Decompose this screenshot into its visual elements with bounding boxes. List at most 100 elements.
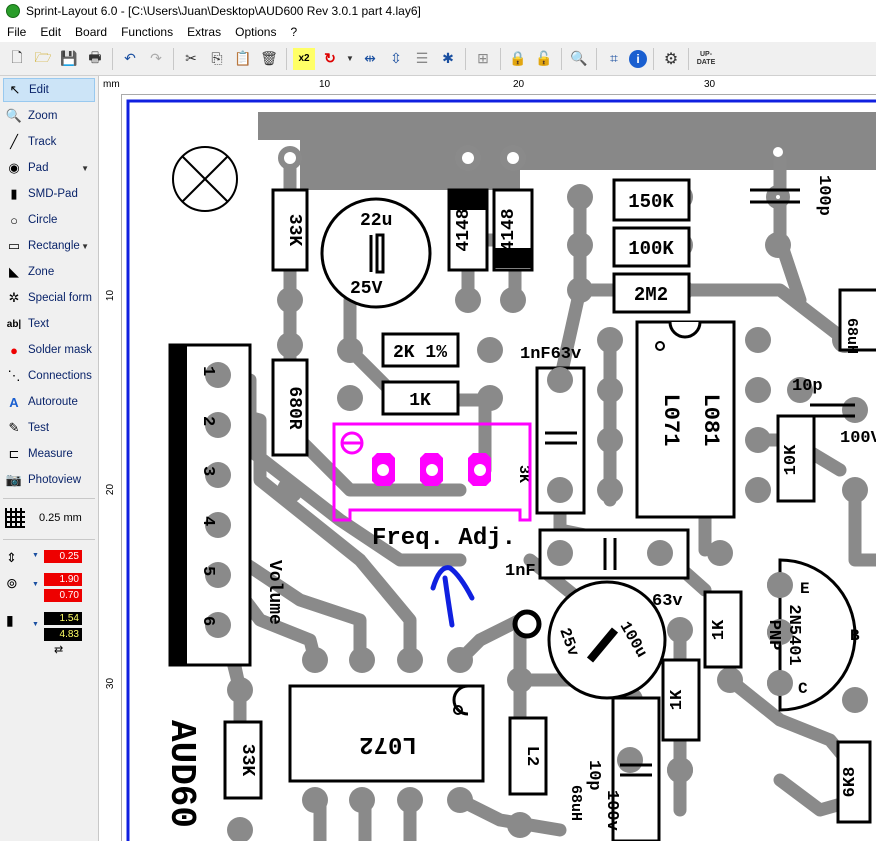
dropdown-arrow-icon[interactable]: ▼ [81, 242, 89, 251]
snap-icon[interactable]: ✱ [437, 48, 459, 70]
pad [547, 477, 573, 503]
toolbar-separator [596, 47, 597, 70]
tool-track[interactable]: ╱ Track [3, 130, 95, 154]
title-bar: Sprint-Layout 6.0 - [C:\Users\Juan\Deskt… [0, 0, 876, 22]
tool-pad[interactable]: ◉ Pad ▼ [3, 156, 95, 180]
pad [447, 787, 473, 813]
ic-label: L072 [359, 730, 417, 757]
pad [767, 670, 793, 696]
board-name-label: AUD60 [161, 720, 202, 828]
toolbar-separator [500, 47, 501, 70]
grid-setting[interactable]: 0.25 mm [5, 508, 82, 528]
tool-measure[interactable]: ⊏ Measure [3, 442, 95, 466]
tool-text[interactable]: ab| Text [3, 312, 95, 336]
diode-label: 4148 [499, 208, 519, 251]
dropdown-arrow-icon[interactable]: ▼ [345, 48, 355, 70]
smd-width-value[interactable]: 1.54 [44, 612, 82, 625]
tool-photoview[interactable]: 📷 Photoview [3, 468, 95, 492]
crop-icon[interactable]: ⌗ [603, 48, 625, 70]
app-icon [6, 4, 20, 18]
info-icon[interactable]: i [629, 49, 647, 68]
menu-functions[interactable]: Functions [114, 22, 180, 42]
dropdown-arrow-icon[interactable]: ▼ [81, 164, 89, 173]
text-icon: ab| [6, 318, 22, 330]
magnifier-icon: 🔍 [5, 108, 23, 123]
tool-rectangle[interactable]: ▭ Rectangle ▼ [3, 234, 95, 258]
resistor-label: 100K [628, 238, 674, 260]
menu-help[interactable]: ? [283, 22, 304, 42]
pcb-layout[interactable]: 33K 22u 25V 4148 4148 2K 1% 1K 680R 150K… [122, 95, 876, 841]
photoview-icon: 📷 [5, 472, 23, 487]
group-icon[interactable]: ⊞ [472, 48, 494, 70]
pad [667, 617, 693, 643]
smd-height-value[interactable]: 4.83 [44, 628, 82, 641]
swap-icon[interactable]: ⇄ [54, 643, 63, 656]
rotate-icon[interactable]: ↻ [319, 48, 341, 70]
update-icon[interactable]: UP-DATE [695, 48, 717, 70]
pad [277, 477, 303, 503]
pad-outer-value[interactable]: 1.90 [44, 573, 82, 586]
paste-icon[interactable]: 📋 [232, 48, 254, 70]
tool-label: Edit [29, 84, 49, 96]
dropdown-arrow-icon[interactable]: ▼ [32, 621, 39, 628]
open-folder-icon[interactable]: 🗁 [32, 48, 54, 70]
pad [477, 337, 503, 363]
tool-connections[interactable]: ⋱ Connections [3, 364, 95, 388]
dropdown-arrow-icon[interactable]: ▼ [32, 552, 39, 559]
tool-label: Special form [28, 292, 92, 304]
pad [765, 232, 791, 258]
pad [842, 477, 868, 503]
tool-zone[interactable]: ◣ Zone [3, 260, 95, 284]
track-width-value[interactable]: 0.25 [44, 550, 82, 563]
new-file-icon[interactable]: 🗋 [6, 48, 28, 70]
save-icon[interactable]: 💾 [58, 48, 80, 70]
measure-icon: ⊏ [8, 446, 20, 461]
unlock-icon[interactable]: 🔓 [533, 48, 555, 70]
lock-icon[interactable]: 🔒 [507, 48, 529, 70]
tool-edit[interactable]: ↖ Edit [3, 78, 95, 102]
circle-icon: ○ [10, 212, 18, 228]
tool-label: Photoview [28, 474, 82, 486]
undo-icon[interactable]: ↶ [119, 48, 141, 70]
menu-options[interactable]: Options [228, 22, 283, 42]
menu-extras[interactable]: Extras [180, 22, 228, 42]
tool-label: Test [28, 422, 50, 434]
zoom-icon[interactable]: 🔍 [568, 48, 590, 70]
print-icon[interactable]: 🖶 [84, 48, 106, 70]
pad [500, 287, 526, 313]
cut-icon[interactable]: ✂ [180, 48, 202, 70]
tool-solder-mask[interactable]: ● Solder mask [3, 338, 95, 362]
mirror-horizontal-icon[interactable]: ⇹ [359, 48, 381, 70]
tool-circle[interactable]: ○ Circle [3, 208, 95, 232]
track-icon: ╱ [10, 134, 18, 149]
pad [842, 397, 868, 423]
menu-file[interactable]: File [0, 22, 33, 42]
gear-icon[interactable]: ⚙ [660, 48, 682, 70]
pcb-canvas[interactable]: 33K 22u 25V 4148 4148 2K 1% 1K 680R 150K… [122, 95, 876, 841]
mirror-vertical-icon[interactable]: ⇳ [385, 48, 407, 70]
pad [597, 327, 623, 353]
pad-inner-value[interactable]: 0.70 [44, 589, 82, 602]
menu-edit[interactable]: Edit [33, 22, 68, 42]
align-icon[interactable]: ☰ [411, 48, 433, 70]
tool-autoroute[interactable]: A Autoroute [3, 390, 95, 414]
redo-icon[interactable]: ↷ [145, 48, 167, 70]
solder-mask-icon: ● [10, 342, 18, 358]
tool-label: SMD-Pad [28, 188, 78, 200]
delete-icon[interactable]: 🗑 [258, 48, 280, 70]
duplicate-icon[interactable]: x2 [293, 47, 315, 70]
pad [842, 687, 868, 713]
copy-icon[interactable]: ⎘ [206, 48, 228, 70]
tool-label: Zone [28, 266, 55, 278]
pad [597, 377, 623, 403]
tool-smd-pad[interactable]: ▮ SMD-Pad [3, 182, 95, 206]
capacitor-label: 22u [360, 211, 392, 231]
tool-test[interactable]: ✎ Test [3, 416, 95, 440]
menu-board[interactable]: Board [68, 22, 114, 42]
tool-zoom[interactable]: 🔍 Zoom [3, 104, 95, 128]
pad [717, 667, 743, 693]
tool-special-form[interactable]: ✲ Special form [3, 286, 95, 310]
drill-hole [773, 147, 783, 157]
pad [745, 377, 771, 403]
dropdown-arrow-icon[interactable]: ▼ [32, 581, 39, 588]
